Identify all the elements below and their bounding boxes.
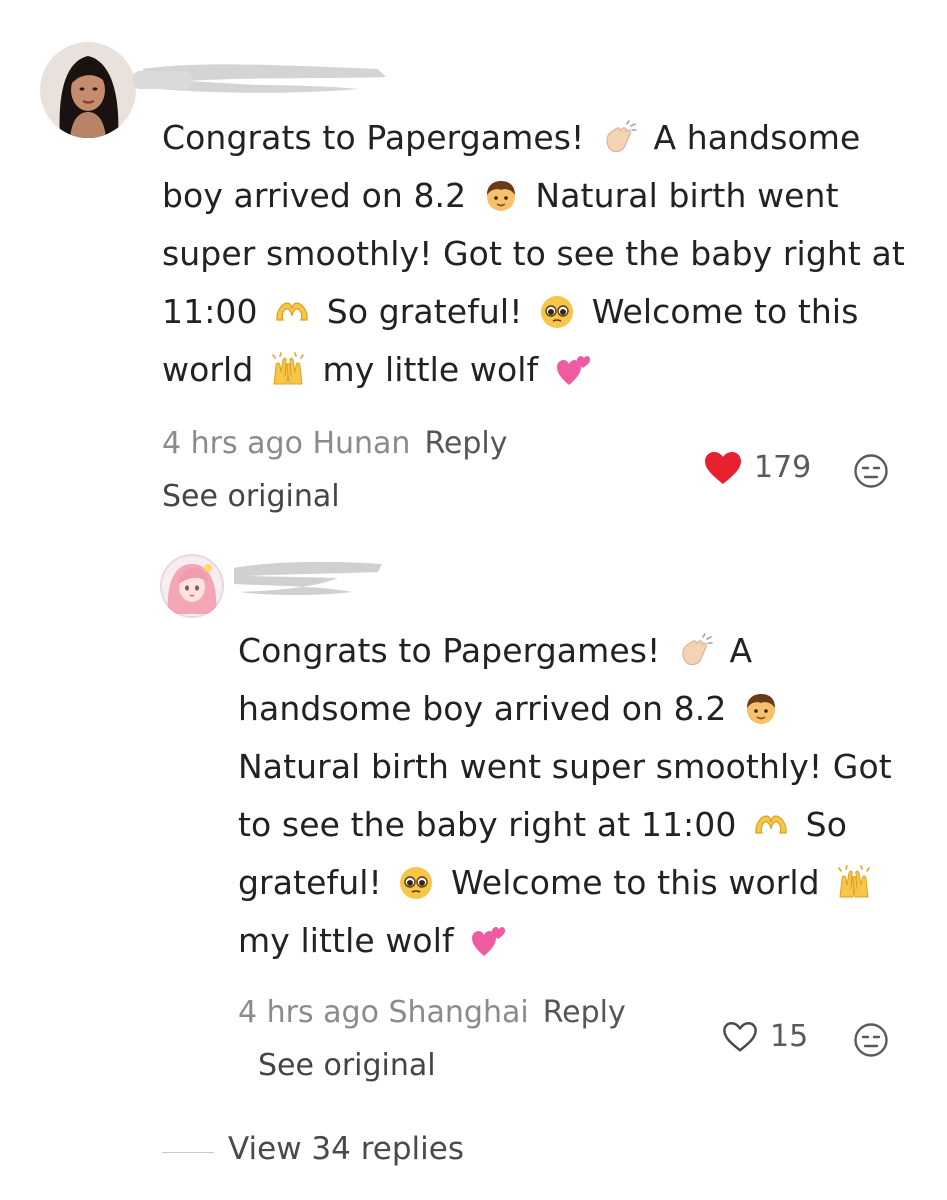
like-count: 15 [770,1019,809,1054]
heart-hands-icon [753,807,789,843]
raising-hands-icon [836,865,872,901]
like-button[interactable]: 15 [722,1019,808,1054]
comment-meta: 4 hrs ago Hunan Reply [162,426,508,461]
like-count: 179 [754,450,812,485]
view-replies-button[interactable]: View 34 replies [228,1131,464,1167]
neutral-face-icon[interactable] [853,453,889,489]
pleading-face-icon [539,294,575,330]
boy-icon [483,178,519,214]
clapping-hands-icon [677,633,713,669]
reply-button[interactable]: Reply [543,995,626,1030]
comment-text: Congrats to Papergames! A handsome boy a… [238,631,892,960]
see-original-link[interactable]: See original [162,479,340,514]
see-original-link[interactable]: See original [258,1048,436,1083]
two-hearts-icon [555,352,591,388]
timestamp-location: 4 hrs ago Hunan [162,426,411,461]
boy-icon [743,691,779,727]
avatar[interactable] [40,42,136,138]
like-button[interactable]: 179 [704,450,811,485]
two-hearts-icon [470,923,506,959]
username-redacted [234,561,382,595]
heart-icon [705,451,741,484]
reply-button[interactable]: Reply [424,426,507,461]
comment-text: Congrats to Papergames! A handsome boy a… [162,118,905,389]
heart-hands-icon [274,294,310,330]
comment-meta: 4 hrs ago Shanghai Reply [238,995,626,1030]
clapping-hands-icon [601,120,637,156]
timestamp-location: 4 hrs ago Shanghai [238,995,529,1030]
divider [162,1152,214,1153]
neutral-face-icon[interactable] [853,1022,889,1058]
heart-icon [723,1021,757,1051]
avatar[interactable] [160,554,224,618]
username-redacted [132,64,386,93]
pleading-face-icon [398,865,434,901]
raising-hands-icon [270,352,306,388]
